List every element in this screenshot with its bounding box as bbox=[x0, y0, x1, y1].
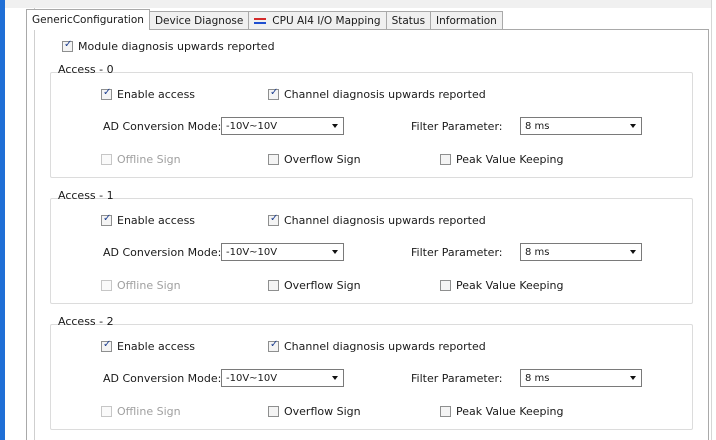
channel-diagnosis-checkbox-label: Channel diagnosis upwards reported bbox=[284, 88, 486, 101]
offline-sign-checkbox[interactable]: Offline Sign bbox=[101, 153, 181, 166]
enable-access-checkbox-label: Enable access bbox=[117, 88, 196, 101]
access-title: Access - 2 bbox=[58, 315, 114, 328]
checkbox-icon bbox=[101, 87, 112, 100]
ad-conversion-label: AD Conversion Mode: bbox=[103, 372, 222, 385]
offline-sign-checkbox[interactable]: Offline Sign bbox=[101, 405, 181, 418]
checkbox-icon bbox=[268, 280, 279, 291]
tab-generic-configuration[interactable]: GenericConfiguration bbox=[26, 9, 150, 30]
checkbox-icon bbox=[101, 213, 112, 226]
chevron-down-icon bbox=[332, 124, 338, 128]
filter-parameter-label: Filter Parameter: bbox=[411, 372, 503, 385]
ad-conversion-value: -10V~10V bbox=[226, 372, 278, 384]
overflow-sign-checkbox-label: Overflow Sign bbox=[284, 153, 361, 166]
ad-conversion-select[interactable]: -10V~10V bbox=[221, 117, 344, 135]
checkbox-icon bbox=[268, 406, 279, 417]
overflow-sign-checkbox-label: Overflow Sign bbox=[284, 279, 361, 292]
offline-sign-checkbox-label: Offline Sign bbox=[117, 279, 181, 292]
checkbox-icon bbox=[101, 280, 112, 291]
offline-sign-checkbox-label: Offline Sign bbox=[117, 153, 181, 166]
filter-parameter-label: Filter Parameter: bbox=[411, 246, 503, 259]
ad-conversion-value: -10V~10V bbox=[226, 246, 278, 258]
peak-value-keeping-checkbox-label: Peak Value Keeping bbox=[456, 279, 564, 292]
filter-parameter-select[interactable]: 8 ms bbox=[520, 117, 642, 135]
offline-sign-checkbox-label: Offline Sign bbox=[117, 405, 181, 418]
checkbox-icon bbox=[440, 154, 451, 165]
right-edge bbox=[711, 0, 716, 440]
offline-sign-checkbox[interactable]: Offline Sign bbox=[101, 279, 181, 292]
checkbox-icon bbox=[101, 154, 112, 165]
access-title: Access - 1 bbox=[58, 189, 114, 202]
peak-value-keeping-checkbox-label: Peak Value Keeping bbox=[456, 153, 564, 166]
checkbox-icon bbox=[62, 39, 73, 52]
filter-parameter-select[interactable]: 8 ms bbox=[520, 243, 642, 261]
ad-conversion-label: AD Conversion Mode: bbox=[103, 246, 222, 259]
checkbox-icon bbox=[101, 406, 112, 417]
ad-conversion-label: AD Conversion Mode: bbox=[103, 120, 222, 133]
peak-value-keeping-checkbox[interactable]: Peak Value Keeping bbox=[440, 405, 564, 418]
enable-access-checkbox-label: Enable access bbox=[117, 214, 196, 227]
filter-parameter-label: Filter Parameter: bbox=[411, 120, 503, 133]
tab-label: GenericConfiguration bbox=[32, 14, 144, 26]
overflow-sign-checkbox[interactable]: Overflow Sign bbox=[268, 405, 361, 418]
channel-diagnosis-checkbox[interactable]: Channel diagnosis upwards reported bbox=[268, 339, 486, 353]
peak-value-keeping-checkbox[interactable]: Peak Value Keeping bbox=[440, 153, 564, 166]
peak-value-keeping-checkbox[interactable]: Peak Value Keeping bbox=[440, 279, 564, 292]
enable-access-checkbox[interactable]: Enable access bbox=[101, 339, 196, 353]
checkbox-icon bbox=[440, 406, 451, 417]
checkbox-icon bbox=[101, 339, 112, 352]
channel-diagnosis-checkbox-label: Channel diagnosis upwards reported bbox=[284, 214, 486, 227]
filter-parameter-value: 8 ms bbox=[525, 246, 550, 258]
filter-parameter-value: 8 ms bbox=[525, 120, 550, 132]
checkbox-icon bbox=[268, 87, 279, 100]
module-diagnosis-checkbox[interactable]: Module diagnosis upwards reported bbox=[62, 39, 275, 53]
checkbox-icon bbox=[268, 339, 279, 352]
chevron-down-icon bbox=[332, 376, 338, 380]
enable-access-checkbox-label: Enable access bbox=[117, 340, 196, 353]
channel-diagnosis-checkbox-label: Channel diagnosis upwards reported bbox=[284, 340, 486, 353]
enable-access-checkbox[interactable]: Enable access bbox=[101, 213, 196, 227]
channel-diagnosis-checkbox[interactable]: Channel diagnosis upwards reported bbox=[268, 213, 486, 227]
overflow-sign-checkbox[interactable]: Overflow Sign bbox=[268, 153, 361, 166]
channel-diagnosis-checkbox[interactable]: Channel diagnosis upwards reported bbox=[268, 87, 486, 101]
peak-value-keeping-checkbox-label: Peak Value Keeping bbox=[456, 405, 564, 418]
checkbox-icon bbox=[268, 213, 279, 226]
ad-conversion-value: -10V~10V bbox=[226, 120, 278, 132]
window-accent-bar bbox=[0, 0, 5, 440]
ad-conversion-select[interactable]: -10V~10V bbox=[221, 243, 344, 261]
access-title: Access - 0 bbox=[58, 63, 114, 76]
overflow-sign-checkbox-label: Overflow Sign bbox=[284, 405, 361, 418]
ad-conversion-select[interactable]: -10V~10V bbox=[221, 369, 344, 387]
chevron-down-icon bbox=[630, 376, 636, 380]
checkbox-icon bbox=[440, 280, 451, 291]
chevron-down-icon bbox=[630, 250, 636, 254]
filter-parameter-select[interactable]: 8 ms bbox=[520, 369, 642, 387]
overflow-sign-checkbox[interactable]: Overflow Sign bbox=[268, 279, 361, 292]
chevron-down-icon bbox=[332, 250, 338, 254]
top-strip bbox=[5, 0, 711, 8]
filter-parameter-value: 8 ms bbox=[525, 372, 550, 384]
module-diagnosis-label: Module diagnosis upwards reported bbox=[78, 40, 275, 53]
chevron-down-icon bbox=[630, 124, 636, 128]
enable-access-checkbox[interactable]: Enable access bbox=[101, 87, 196, 101]
checkbox-icon bbox=[268, 154, 279, 165]
